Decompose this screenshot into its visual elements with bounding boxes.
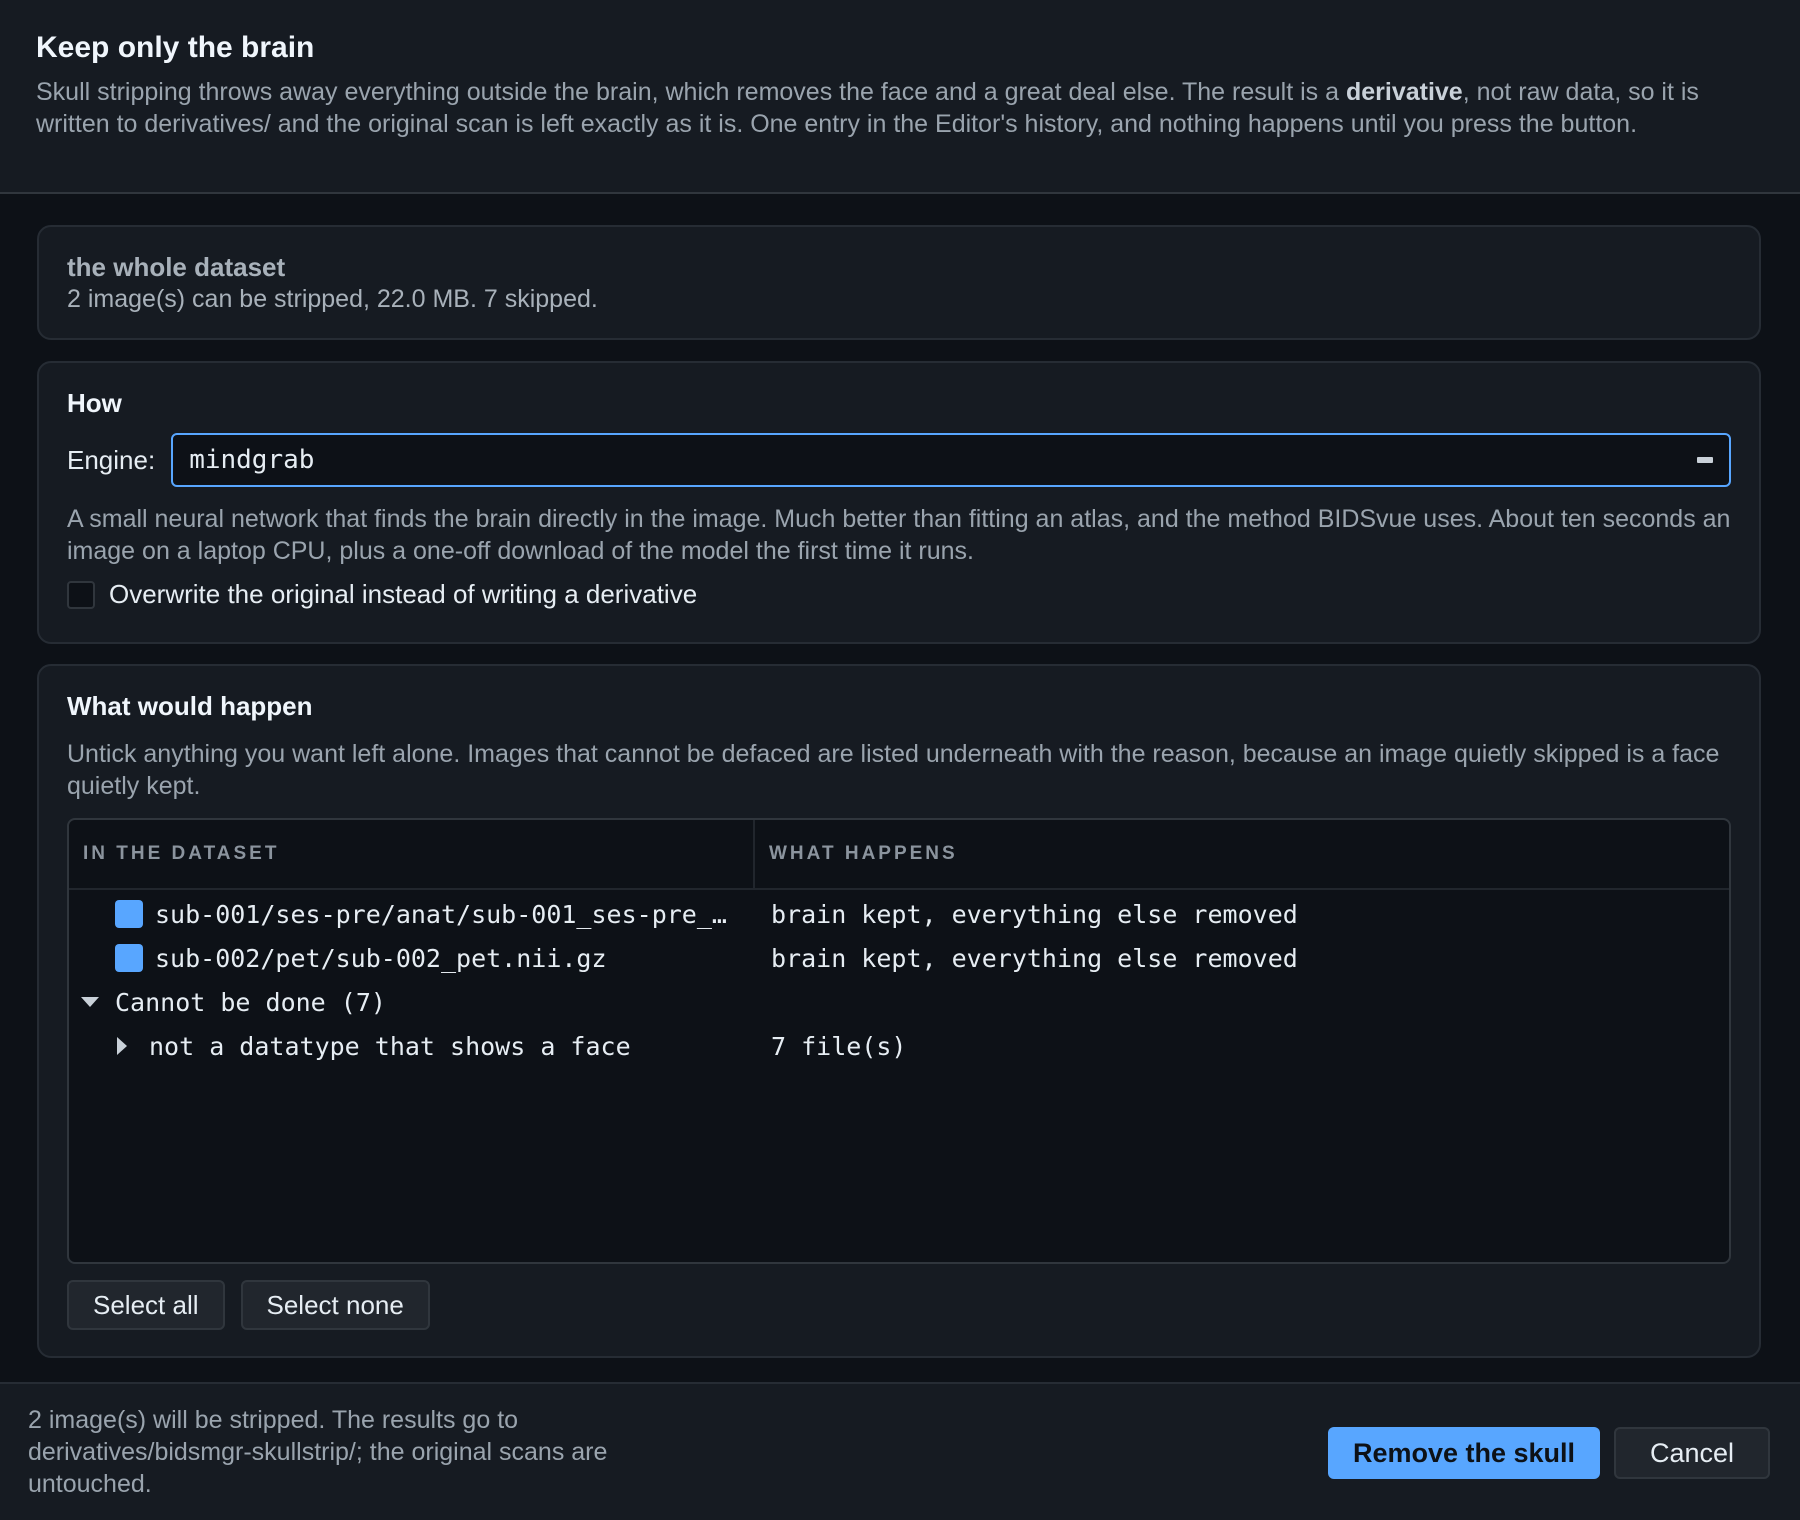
what-panel: What would happen Untick anything you wa… <box>37 664 1761 1358</box>
skipped-reason-row[interactable]: not a datatype that shows a face 7 file(… <box>69 1024 1729 1068</box>
row-checkbox[interactable] <box>115 900 143 928</box>
triangle-right-icon[interactable] <box>117 1037 127 1055</box>
cancel-button[interactable]: Cancel <box>1614 1427 1770 1479</box>
row-path: sub-002/pet/sub-002_pet.nii.gz <box>155 943 607 973</box>
tree-row[interactable]: sub-002/pet/sub-002_pet.nii.gz brain kep… <box>69 936 1729 980</box>
overwrite-option[interactable]: Overwrite the original instead of writin… <box>67 579 1731 610</box>
tree-row-path-cell: sub-001/ses-pre/anat/sub-001_ses-pre_… <box>69 900 771 929</box>
column-header-result[interactable]: WHAT HAPPENS <box>755 820 1729 888</box>
skipped-group-row[interactable]: Cannot be done (7) <box>69 980 1729 1024</box>
row-path: sub-001/ses-pre/anat/sub-001_ses-pre_… <box>155 899 727 929</box>
skipped-count: 7 file(s) <box>771 1031 907 1061</box>
file-tree: IN THE DATASET WHAT HAPPENS sub-001/ses-… <box>67 818 1731 1264</box>
select-none-button[interactable]: Select none <box>240 1280 430 1330</box>
engine-row: Engine: mindgrab <box>67 433 1731 487</box>
tree-row[interactable]: sub-001/ses-pre/anat/sub-001_ses-pre_… b… <box>69 892 1729 936</box>
skipped-reason-cell: not a datatype that shows a face <box>69 1032 771 1061</box>
what-description: Untick anything you want left alone. Ima… <box>67 740 1720 800</box>
remove-skull-button[interactable]: Remove the skull <box>1328 1427 1600 1479</box>
skipped-group-cell: Cannot be done (7) <box>69 988 771 1017</box>
scope-panel: the whole dataset 2 image(s) can be stri… <box>37 225 1761 340</box>
select-handle-icon <box>1697 457 1713 463</box>
skipped-group-label: Cannot be done (7) <box>115 987 386 1017</box>
overwrite-label[interactable]: Overwrite the original instead of writin… <box>109 579 697 610</box>
intro-text-start: Skull stripping throws away everything o… <box>36 78 1346 106</box>
what-title: What would happen <box>67 691 313 721</box>
row-result: brain kept, everything else removed <box>771 943 1298 973</box>
engine-label: Engine: <box>67 444 156 475</box>
selection-buttons: Select all Select none <box>67 1280 1731 1330</box>
column-header-dataset[interactable]: IN THE DATASET <box>69 820 755 888</box>
how-panel: How Engine: mindgrab A small neural netw… <box>37 361 1761 644</box>
tree-row-path-cell: sub-002/pet/sub-002_pet.nii.gz <box>69 944 771 973</box>
row-checkbox[interactable] <box>115 944 143 972</box>
scope-name: the whole dataset <box>67 252 286 282</box>
engine-select[interactable]: mindgrab <box>171 433 1731 487</box>
footer-summary: 2 image(s) will be stripped. The results… <box>28 1406 608 1498</box>
dialog-intro: Skull stripping throws away everything o… <box>36 76 1764 140</box>
triangle-down-icon[interactable] <box>81 997 99 1007</box>
tree-header: IN THE DATASET WHAT HAPPENS <box>69 820 1729 890</box>
select-all-button[interactable]: Select all <box>67 1280 225 1330</box>
scope-summary: 2 image(s) can be stripped, 22.0 MB. 7 s… <box>67 285 598 313</box>
engine-select-value: mindgrab <box>189 445 315 475</box>
skipped-reason-label: not a datatype that shows a face <box>149 1031 631 1061</box>
dialog-footer: 2 image(s) will be stripped. The results… <box>0 1382 1800 1520</box>
overwrite-checkbox[interactable] <box>67 580 95 609</box>
intro-bold-term: derivative <box>1345 78 1463 106</box>
engine-description: A small neural network that finds the br… <box>67 505 1731 565</box>
how-title: How <box>67 388 122 418</box>
dialog-header: Keep only the brain Skull stripping thro… <box>0 0 1800 194</box>
dialog-title: Keep only the brain <box>36 31 315 64</box>
row-result: brain kept, everything else removed <box>771 899 1298 929</box>
